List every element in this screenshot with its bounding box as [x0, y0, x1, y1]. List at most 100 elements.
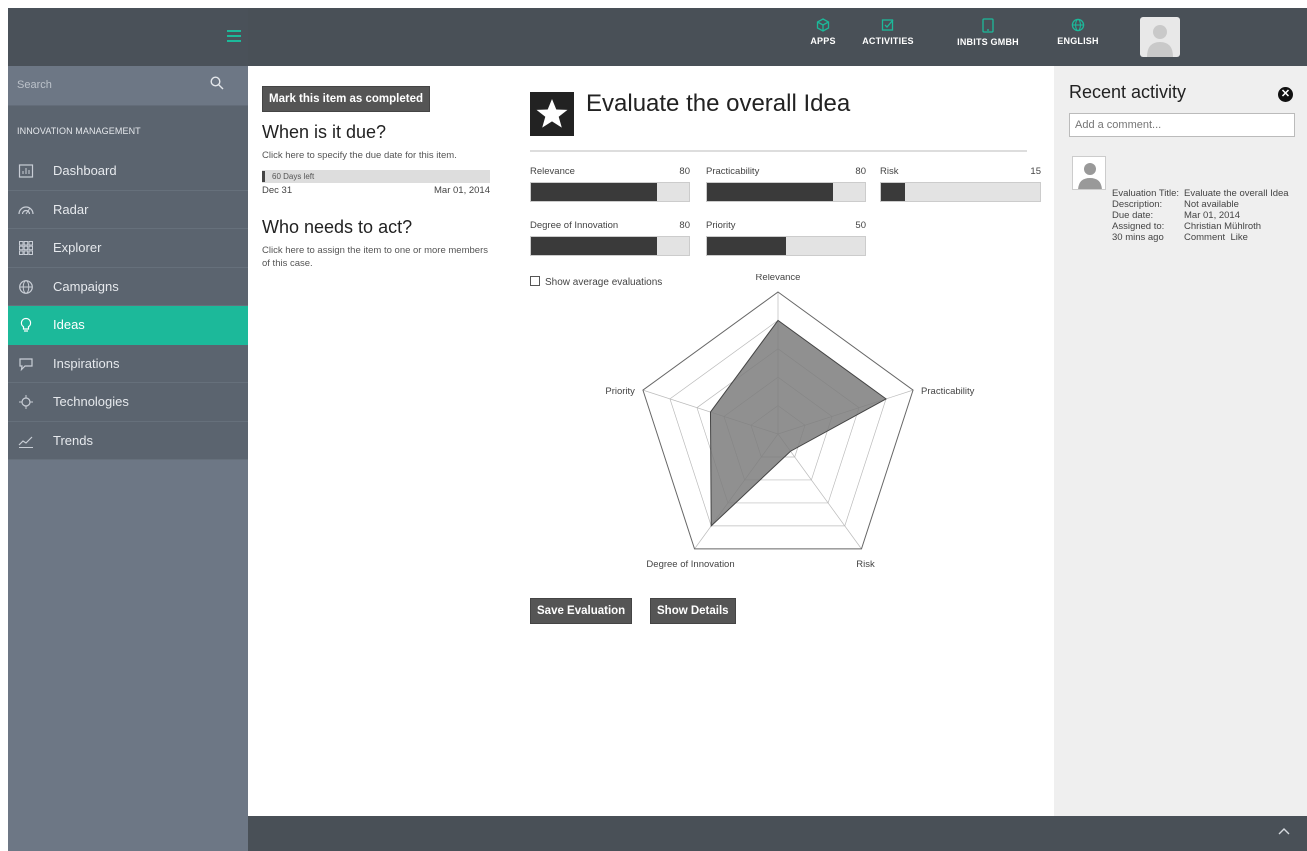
criterion-value: 80	[679, 220, 690, 231]
user-silhouette-icon	[1147, 25, 1173, 57]
activity-row: Description: Not available	[1112, 199, 1293, 210]
title-divider	[530, 150, 1027, 152]
activity-value: Christian Mühlroth	[1184, 221, 1262, 232]
days-left-marker	[262, 171, 265, 182]
lightbulb-icon	[20, 317, 32, 332]
criterion-slider[interactable]	[880, 182, 1041, 202]
criterion-fill	[707, 237, 786, 255]
activity-row: Evaluation Title: Evaluate the overall Id…	[1112, 188, 1293, 199]
speech-bubble-icon	[19, 357, 33, 371]
radar-axis-label: Degree of Innovation	[646, 559, 734, 570]
criterion-value: 80	[679, 166, 690, 177]
criterion-value: 15	[1030, 166, 1041, 177]
days-left-bar: 60 Days left	[262, 170, 490, 183]
activity-details: Evaluation Title: Evaluate the overall Id…	[1112, 188, 1293, 243]
criterion-name: Practicability	[706, 166, 760, 177]
criterion-name: Priority	[706, 220, 736, 231]
sidebar-item-dashboard[interactable]: Dashboard	[8, 152, 248, 191]
nav-language-label: ENGLISH	[1057, 36, 1099, 46]
sidebar-item-label: Radar	[53, 201, 89, 217]
evaluation-title: Evaluate the overall Idea	[586, 90, 851, 117]
sidebar-item-campaigns[interactable]: Campaigns	[8, 268, 248, 306]
criterion-slider[interactable]	[706, 182, 866, 202]
sidebar: Search INNOVATION MANAGEMENT Dashboard R…	[8, 66, 248, 851]
activity-row: Due date: Mar 01, 2014	[1112, 210, 1293, 221]
user-avatar[interactable]	[1140, 17, 1180, 57]
save-evaluation-button[interactable]: Save Evaluation	[530, 598, 633, 624]
activity-key: Due date:	[1112, 210, 1154, 221]
recent-activity-title: Recent activity	[1069, 82, 1187, 102]
sidebar-item-label: Ideas	[53, 317, 85, 332]
comment-link[interactable]: Comment	[1184, 232, 1225, 243]
radar-axis-label: Practicability	[921, 386, 975, 397]
sidebar-item-label: Trends	[53, 432, 93, 448]
chip-icon	[19, 395, 33, 409]
days-left-label: 60 Days left	[272, 172, 315, 181]
activity-entry: Evaluation Title: Evaluate the overall Id…	[1112, 188, 1293, 243]
sidebar-section-heading: INNOVATION MANAGEMENT	[8, 106, 248, 152]
hamburger-menu-icon[interactable]	[227, 30, 241, 42]
criterion-fill	[881, 183, 905, 201]
sidebar-item-trends[interactable]: Trends	[8, 422, 248, 460]
top-bar: APPS ACTIVITIES INBITS GMBH ENGLISH	[8, 8, 1307, 66]
show-details-button[interactable]: Show Details	[650, 598, 736, 624]
sidebar-item-label: Inspirations	[53, 355, 120, 371]
criterion-value: 50	[855, 220, 866, 231]
sidebar-item-label: Technologies	[53, 394, 129, 409]
chevron-up-icon[interactable]	[1277, 826, 1291, 836]
activity-key: Evaluation Title:	[1112, 188, 1180, 199]
nav-organization[interactable]: INBITS GMBH	[948, 18, 1028, 58]
search-input[interactable]: Search	[17, 79, 52, 91]
radar-icon	[18, 205, 34, 214]
activity-actions: Comment Like	[1184, 232, 1293, 243]
criterion-value: 80	[855, 166, 866, 177]
nav-apps[interactable]: APPS	[808, 18, 838, 58]
globe-icon	[1071, 18, 1085, 32]
recent-activity-panel: Recent activity ✕ Evaluation Title:Evalu…	[1054, 66, 1307, 816]
sidebar-search[interactable]: Search	[8, 66, 248, 106]
star-icon	[530, 92, 574, 136]
activity-avatar	[1072, 156, 1106, 190]
sidebar-item-label: Dashboard	[53, 163, 117, 178]
sidebar-item-label: Campaigns	[53, 278, 119, 294]
cube-icon	[816, 18, 830, 32]
radar-chart: Relevance Practicability Risk Degree of Inn…	[605, 274, 975, 570]
due-date: Mar 01, 2014	[434, 185, 490, 196]
app-window: APPS ACTIVITIES INBITS GMBH ENGLISH Sear…	[0, 0, 1307, 851]
show-average-checkbox[interactable]	[530, 276, 540, 286]
nav-language[interactable]: ENGLISH	[1056, 18, 1100, 58]
criterion-fill	[531, 237, 658, 255]
mark-completed-button[interactable]: Mark this item as completed	[262, 86, 431, 112]
criterion-fill	[707, 183, 834, 201]
activity-row: Assigned to: Christian Mühlroth	[1112, 221, 1293, 232]
criterion-fill	[531, 183, 658, 201]
nav-activities[interactable]: ACTIVITIES	[856, 18, 920, 58]
radar-axis-label: Relevance	[756, 274, 801, 283]
sidebar-item-explorer[interactable]: Explorer	[8, 229, 248, 268]
date-range: Dec 31 Mar 01, 2014	[262, 185, 490, 199]
assignee-hint[interactable]: Click here to assign the item to one or …	[262, 244, 490, 270]
criterion-slider[interactable]	[706, 236, 866, 256]
sidebar-item-ideas[interactable]: Ideas	[8, 306, 248, 345]
activity-value: Evaluate the overall Idea	[1184, 188, 1289, 199]
sidebar-menu: Dashboard Radar Explorer Campaigns Ideas…	[8, 152, 248, 460]
radar-axis-label: Priority	[605, 386, 635, 397]
sidebar-item-inspirations[interactable]: Inspirations	[8, 345, 248, 383]
activity-value: Not available	[1184, 199, 1239, 210]
top-bar-brand-area	[8, 8, 248, 66]
close-icon[interactable]: ✕	[1278, 87, 1293, 102]
nav-organization-label: INBITS GMBH	[957, 37, 1019, 47]
sidebar-item-radar[interactable]: Radar	[8, 191, 248, 229]
due-date-hint[interactable]: Click here to specify the due date for t…	[262, 149, 490, 162]
criterion-slider[interactable]	[530, 236, 690, 256]
task-panel: Mark this item as completed When is it d…	[248, 66, 504, 816]
sidebar-item-technologies[interactable]: Technologies	[8, 383, 248, 422]
comment-input[interactable]	[1069, 113, 1295, 137]
user-silhouette-icon	[1078, 163, 1102, 189]
globe-icon	[19, 279, 33, 294]
criterion-slider[interactable]	[530, 182, 690, 202]
evaluation-panel: Evaluate the overall Idea Relevance 80 P…	[504, 66, 1054, 816]
criterion-name: Risk	[880, 166, 899, 177]
like-link[interactable]: Like	[1230, 232, 1247, 243]
search-icon[interactable]	[210, 76, 224, 90]
